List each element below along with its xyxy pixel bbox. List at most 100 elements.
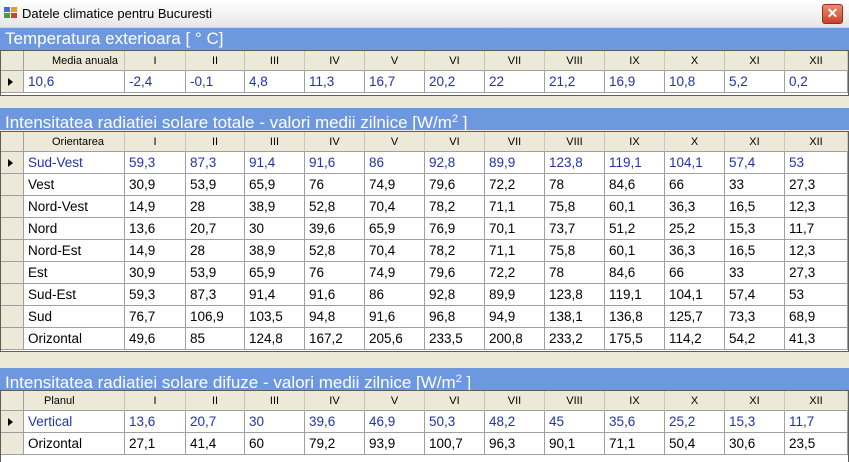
value-cell[interactable]: 54,2 xyxy=(725,328,785,350)
value-cell[interactable]: 25,2 xyxy=(665,218,725,240)
value-cell[interactable]: 91,4 xyxy=(245,284,305,306)
value-cell[interactable]: 74,9 xyxy=(365,262,425,284)
value-cell[interactable]: 39,6 xyxy=(305,411,365,433)
row-label-cell[interactable]: Sud-Vest xyxy=(24,152,125,174)
column-header-month[interactable]: I xyxy=(125,51,186,71)
value-cell[interactable]: 30 xyxy=(245,218,305,240)
value-cell[interactable]: 33 xyxy=(725,174,785,196)
value-cell[interactable]: 36,3 xyxy=(665,240,725,262)
value-cell[interactable]: 76 xyxy=(305,262,365,284)
column-header-month[interactable]: VI xyxy=(425,132,485,152)
column-header-month[interactable]: XI xyxy=(725,51,785,71)
value-cell[interactable]: 27,3 xyxy=(785,174,848,196)
value-cell[interactable]: 16,5 xyxy=(725,240,785,262)
value-cell[interactable]: 16,7 xyxy=(365,71,425,93)
column-header-label[interactable]: Planul xyxy=(24,391,125,411)
column-header-month[interactable]: X xyxy=(665,51,725,71)
value-cell[interactable]: 65,9 xyxy=(245,262,305,284)
value-cell[interactable]: 14,9 xyxy=(125,196,186,218)
value-cell[interactable]: 52,8 xyxy=(305,240,365,262)
value-cell[interactable]: 50,4 xyxy=(665,433,725,455)
value-cell[interactable]: 103,5 xyxy=(245,306,305,328)
column-header-month[interactable]: X xyxy=(665,391,725,411)
column-header-month[interactable]: IV xyxy=(305,391,365,411)
column-header-month[interactable]: XII xyxy=(785,132,848,152)
value-cell[interactable]: 65,9 xyxy=(365,218,425,240)
value-cell[interactable]: 51,2 xyxy=(605,218,665,240)
table-row[interactable]: Sud 76,7 106,9 103,5 94,8 91,6 96,8 94,9 138,1 13… xyxy=(1,306,848,328)
value-cell[interactable]: 123,8 xyxy=(545,284,605,306)
value-cell[interactable]: 4,8 xyxy=(245,71,305,93)
row-label-cell[interactable]: Nord xyxy=(24,218,125,240)
value-cell[interactable]: 79,6 xyxy=(425,174,485,196)
value-cell[interactable]: 0,2 xyxy=(785,71,848,93)
value-cell[interactable]: 57,4 xyxy=(725,284,785,306)
table-row[interactable]: Orizontal 27,1 41,4 60 79,2 93,9 100,7 96,3 90,1… xyxy=(1,433,848,455)
value-cell[interactable]: 27,3 xyxy=(785,262,848,284)
value-cell[interactable]: 33 xyxy=(725,262,785,284)
value-cell[interactable]: 35,6 xyxy=(605,411,665,433)
column-header-label[interactable]: Orientarea xyxy=(24,132,125,152)
value-cell[interactable]: 91,4 xyxy=(245,152,305,174)
column-header-month[interactable]: VI xyxy=(425,391,485,411)
column-header-month[interactable]: XII xyxy=(785,391,848,411)
column-header-month[interactable]: IV xyxy=(305,51,365,71)
value-cell[interactable]: 89,9 xyxy=(485,284,545,306)
column-header-month[interactable]: XI xyxy=(725,391,785,411)
table-row[interactable]: Est 30,9 53,9 65,9 76 74,9 79,6 72,2 78 84,6 66 33 2… xyxy=(1,262,848,284)
column-header-month[interactable]: IX xyxy=(605,132,665,152)
value-cell[interactable]: 30,9 xyxy=(125,174,186,196)
column-header-month[interactable]: VII xyxy=(485,51,545,71)
table-row[interactable]: Nord-Vest 14,9 28 38,9 52,8 70,4 78,2 71,1 75,8 6… xyxy=(1,196,848,218)
value-cell[interactable]: 93,9 xyxy=(365,433,425,455)
value-cell[interactable]: 79,6 xyxy=(425,262,485,284)
row-label-cell[interactable]: Orizontal xyxy=(24,328,125,350)
value-cell[interactable]: 205,6 xyxy=(365,328,425,350)
value-cell[interactable]: 20,2 xyxy=(425,71,485,93)
row-header[interactable] xyxy=(1,174,24,196)
value-cell[interactable]: 78,2 xyxy=(425,240,485,262)
value-cell[interactable]: 21,2 xyxy=(545,71,605,93)
value-cell[interactable]: 114,2 xyxy=(665,328,725,350)
value-cell[interactable]: 71,1 xyxy=(605,433,665,455)
value-cell[interactable]: 66 xyxy=(665,174,725,196)
value-cell[interactable]: 96,3 xyxy=(485,433,545,455)
column-header-month[interactable]: V xyxy=(365,391,425,411)
value-cell[interactable]: 48,2 xyxy=(485,411,545,433)
value-cell[interactable]: 41,3 xyxy=(785,328,848,350)
value-cell[interactable]: 91,6 xyxy=(305,284,365,306)
column-header-month[interactable]: I xyxy=(125,132,186,152)
row-label-cell[interactable]: Nord-Est xyxy=(24,240,125,262)
value-cell[interactable]: 59,3 xyxy=(125,284,186,306)
column-header-month[interactable]: VII xyxy=(485,132,545,152)
value-cell[interactable]: 72,2 xyxy=(485,174,545,196)
row-label-cell[interactable]: 10,6 xyxy=(24,71,125,93)
value-cell[interactable]: 76,9 xyxy=(425,218,485,240)
table-row[interactable]: 10,6 -2,4 -0,1 4,8 11,3 16,7 20,2 22 21,2 16,9 10,… xyxy=(1,71,848,93)
value-cell[interactable]: 138,1 xyxy=(545,306,605,328)
value-cell[interactable]: 28 xyxy=(186,196,245,218)
total-radiation-grid[interactable]: Orientarea I II III IV V VI VII VIII IX X XI XII Sud-… xyxy=(0,131,849,352)
column-header-month[interactable]: IX xyxy=(605,51,665,71)
row-label-cell[interactable]: Sud-Est xyxy=(24,284,125,306)
row-header[interactable] xyxy=(1,284,24,306)
row-header[interactable] xyxy=(1,152,24,174)
table-row[interactable]: Nord-Est 14,9 28 38,9 52,8 70,4 78,2 71,1 75,8 60… xyxy=(1,240,848,262)
value-cell[interactable]: 5,2 xyxy=(725,71,785,93)
row-header[interactable] xyxy=(1,262,24,284)
value-cell[interactable]: 89,9 xyxy=(485,152,545,174)
row-header[interactable] xyxy=(1,411,24,433)
row-label-cell[interactable]: Nord-Vest xyxy=(24,196,125,218)
column-header-month[interactable]: VIII xyxy=(545,391,605,411)
value-cell[interactable]: 15,3 xyxy=(725,218,785,240)
value-cell[interactable]: 50,3 xyxy=(425,411,485,433)
value-cell[interactable]: 233,5 xyxy=(425,328,485,350)
value-cell[interactable]: 78,2 xyxy=(425,196,485,218)
value-cell[interactable]: 79,2 xyxy=(305,433,365,455)
value-cell[interactable]: 94,9 xyxy=(485,306,545,328)
value-cell[interactable]: 85 xyxy=(186,328,245,350)
value-cell[interactable]: 11,7 xyxy=(785,218,848,240)
value-cell[interactable]: 22 xyxy=(485,71,545,93)
column-header-month[interactable]: VIII xyxy=(545,132,605,152)
value-cell[interactable]: 53 xyxy=(785,284,848,306)
